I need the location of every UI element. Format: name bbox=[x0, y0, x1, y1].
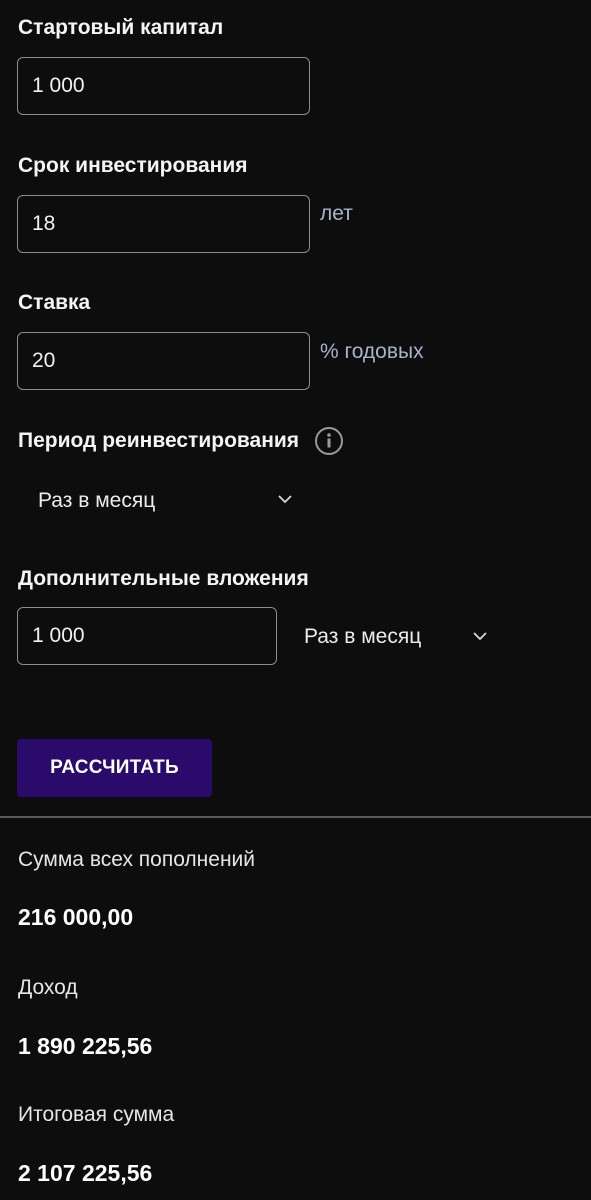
results-divider bbox=[0, 816, 591, 818]
additional-contributions-label: Дополнительные вложения bbox=[18, 567, 309, 590]
rate-unit: % годовых bbox=[320, 340, 424, 363]
chevron-down-icon bbox=[278, 495, 292, 504]
additional-frequency-select[interactable]: Раз в месяц bbox=[290, 607, 500, 665]
income-label: Доход bbox=[18, 976, 78, 999]
final-sum-value: 2 107 225,56 bbox=[18, 1160, 153, 1186]
term-label: Срок инвестирования bbox=[18, 154, 248, 177]
reinvest-period-select[interactable]: Раз в месяц bbox=[18, 475, 308, 525]
additional-contributions-input[interactable]: 1 000 bbox=[17, 607, 277, 665]
term-input[interactable]: 18 bbox=[17, 195, 310, 253]
rate-label: Ставка bbox=[18, 291, 91, 314]
additional-frequency-value: Раз в месяц bbox=[304, 625, 422, 648]
term-unit: лет bbox=[320, 202, 353, 225]
start-capital-input[interactable]: 1 000 bbox=[17, 57, 310, 115]
total-contributions-value: 216 000,00 bbox=[18, 904, 134, 930]
total-contributions-label: Сумма всех пополнений bbox=[18, 848, 256, 871]
income-value: 1 890 225,56 bbox=[18, 1033, 153, 1059]
reinvest-period-value: Раз в месяц bbox=[38, 489, 156, 512]
chevron-down-icon bbox=[473, 632, 487, 641]
info-icon[interactable] bbox=[314, 426, 344, 456]
final-sum-label: Итоговая сумма bbox=[18, 1103, 175, 1126]
rate-input[interactable]: 20 bbox=[17, 332, 310, 390]
reinvest-period-label: Период реинвестирования bbox=[18, 429, 300, 452]
start-capital-label: Стартовый капитал bbox=[18, 16, 224, 39]
calculate-button[interactable]: РАССЧИТАТЬ bbox=[17, 739, 212, 797]
